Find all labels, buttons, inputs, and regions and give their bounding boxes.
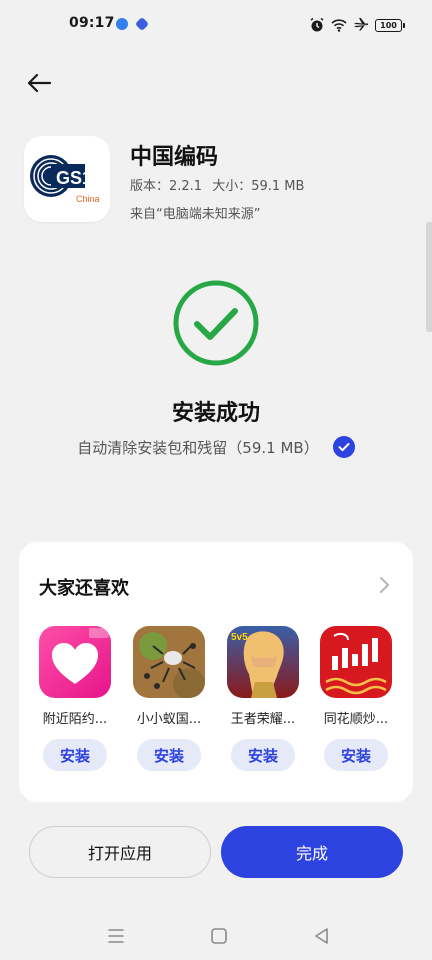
success-check-icon [173,280,259,366]
battery-icon: 100 [375,18,405,32]
cleanup-checkbox[interactable] [332,436,355,458]
app-source: 来自“电脑端未知来源” [130,207,261,222]
ant-game-icon[interactable] [133,626,205,698]
notification-icon-2 [134,16,150,32]
hero-game-icon[interactable]: 5v5 [227,626,299,698]
status-icons: 100 [309,15,405,35]
open-app-button[interactable]: 打开应用 [29,826,211,878]
status-bar: 09:17 100 [0,0,432,50]
app-name: 中国编码 [130,145,219,170]
notification-icon [116,18,128,30]
airplane-icon [354,18,368,31]
app-size: 大小：59.1 MB [212,179,305,194]
gs1-logo-icon: GS1 China [30,155,100,204]
menu-icon[interactable] [104,924,128,948]
cleanup-text: 自动清除安装包和残留（59.1 MB） [77,438,319,457]
recommend-app-name: 附近陌约... [42,712,108,727]
logo-subtext: China [76,194,100,204]
stock-app-icon[interactable] [320,626,392,698]
success-title: 安装成功 [171,401,260,426]
recommend-app-name: 小小蚁国... [136,712,202,727]
recommend-item: 5v5 王者荣耀... 安装 [223,626,303,771]
app-meta: 版本：2.2.1 大小：59.1 MB [130,175,304,194]
status-time: 09:17 [69,15,115,31]
install-button[interactable]: 安装 [231,739,295,771]
recommend-app-name: 王者荣耀... [230,712,296,727]
check-icon [338,443,350,452]
recommend-card: 大家还喜欢 附近陌约... 安装 小小蚁国... 安装 5v5 王者荣耀... … [19,542,413,802]
logo-text: GS1 [56,168,92,188]
install-button[interactable]: 安装 [324,739,388,771]
recommend-title: 大家还喜欢 [39,578,129,599]
navigation-bar [0,910,432,960]
chevron-right-icon[interactable] [373,574,395,596]
recommend-app-name: 同花顺炒... [323,712,389,727]
back-button[interactable] [22,66,56,100]
battery-level: 100 [380,20,397,30]
svg-text:5v5: 5v5 [231,632,248,643]
cleanup-row: 自动清除安装包和残留（59.1 MB） [0,436,432,458]
scroll-indicator [426,222,432,332]
recommend-item: 小小蚁国... 安装 [129,626,209,771]
wifi-icon [331,19,347,32]
recommend-item: 同花顺炒... 安装 [316,626,396,771]
heart-app-icon[interactable] [39,626,111,698]
back-triangle-icon[interactable] [310,924,334,948]
arrow-left-icon [27,73,52,93]
done-button[interactable]: 完成 [221,826,403,878]
home-icon[interactable] [207,924,231,948]
alarm-icon [310,17,324,32]
app-icon: GS1 China [24,136,110,222]
install-button[interactable]: 安装 [137,739,201,771]
app-version: 版本：2.2.1 [130,179,203,194]
recommend-item: 附近陌约... 安装 [35,626,115,771]
install-button[interactable]: 安装 [43,739,107,771]
